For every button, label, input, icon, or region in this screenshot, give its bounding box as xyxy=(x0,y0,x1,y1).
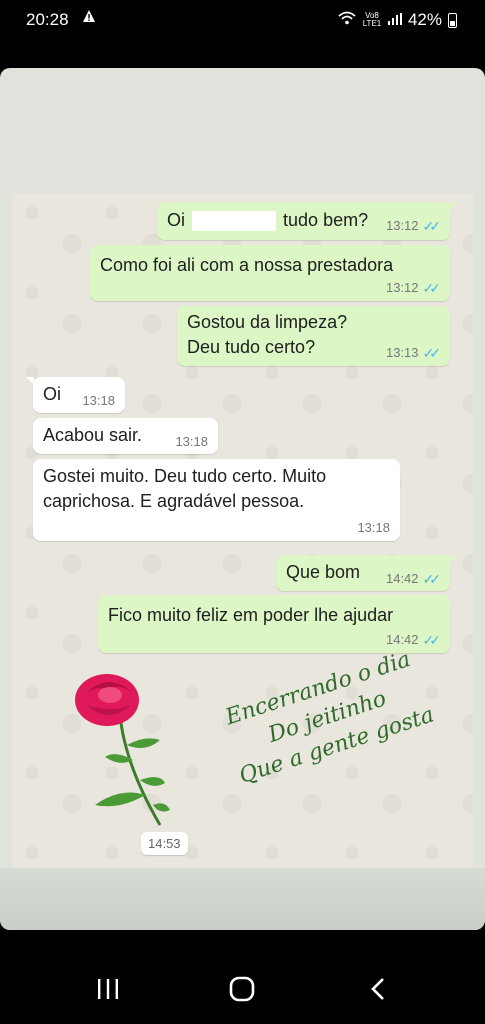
message-text: Gostei muito. Deu tudo certo. Muito xyxy=(43,466,327,486)
message-bubble[interactable]: Fico muito feliz em poder lhe ajudar 14:… xyxy=(98,595,450,653)
message-time: 13:18 xyxy=(82,393,115,408)
message-time: 13:18 xyxy=(175,434,208,449)
message-bubble[interactable]: Oi tudo bem? 13:12 ✓✓ xyxy=(157,202,457,240)
message-bubble[interactable]: Acabou sair. 13:18 xyxy=(33,418,218,454)
message-text: Como foi ali com a nossa prestadora xyxy=(100,255,394,275)
redacted-name xyxy=(192,211,277,232)
message-time: 13:13 xyxy=(385,345,419,360)
message-time: 14:53 xyxy=(141,832,188,855)
wifi-icon xyxy=(338,10,356,30)
message-time: 14:42 xyxy=(385,571,419,586)
message-text: Gostou da limpeza? xyxy=(187,312,348,332)
battery-icon xyxy=(448,12,457,28)
read-receipt-icon: ✓✓ xyxy=(422,571,442,587)
sticker-message[interactable]: Encerrando o dia Do jeitinho Que a gente… xyxy=(60,647,460,865)
message-text: Oi xyxy=(167,210,185,230)
message-bubble[interactable]: Como foi ali com a nossa prestadora 13:1… xyxy=(90,245,450,301)
recents-icon xyxy=(98,979,118,999)
recents-button[interactable] xyxy=(88,969,128,1009)
message-bubble[interactable]: Gostou da limpeza? Deu tudo certo? 13:13… xyxy=(177,306,450,366)
card-footer xyxy=(0,868,485,930)
status-icons: Vo8 LTE1 42% xyxy=(338,10,457,30)
message-text: caprichosa. E agradável pessoa. xyxy=(43,491,305,511)
message-bubble[interactable]: Oi 13:18 xyxy=(26,377,125,413)
home-icon xyxy=(229,976,255,1002)
message-text: tudo bem? xyxy=(283,210,369,230)
message-text: Acabou sair. xyxy=(43,425,143,445)
signal-icon xyxy=(387,10,402,30)
read-receipt-icon: ✓✓ xyxy=(422,218,442,234)
message-text: Fico muito feliz em poder lhe ajudar xyxy=(108,605,394,625)
message-time: 13:12 xyxy=(385,218,419,233)
message-time: 13:12 xyxy=(385,280,419,295)
warning-icon xyxy=(82,9,96,23)
battery-percent: 42% xyxy=(407,10,442,29)
message-time: 13:18 xyxy=(357,520,390,535)
message-bubble[interactable]: Que bom 14:42 ✓✓ xyxy=(276,555,457,591)
network-type: Vo8 LTE1 xyxy=(362,11,382,28)
rose-icon xyxy=(75,674,170,826)
home-button[interactable] xyxy=(222,969,262,1009)
clock: 20:28 xyxy=(26,10,69,29)
message-text: Que bom xyxy=(286,562,361,582)
navigation-bar xyxy=(0,955,485,1024)
message-bubble[interactable]: Gostei muito. Deu tudo certo. Muito capr… xyxy=(33,459,400,541)
back-button[interactable] xyxy=(358,969,398,1009)
back-icon xyxy=(371,978,384,1000)
read-receipt-icon: ✓✓ xyxy=(422,280,442,296)
status-bar: 20:28 Vo8 LTE1 42% xyxy=(0,0,485,40)
message-text: Oi xyxy=(43,384,61,404)
read-receipt-icon: ✓✓ xyxy=(422,345,442,361)
